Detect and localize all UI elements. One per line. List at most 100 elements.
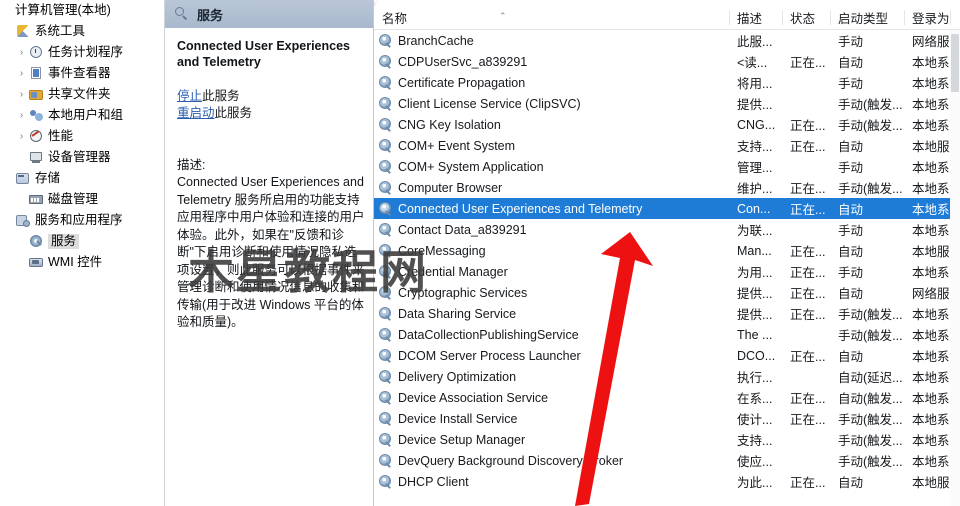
service-gear-icon [378,348,393,363]
table-row[interactable]: Device Association Service 在系... 正在... 自动(触… [374,387,960,408]
service-action-0[interactable]: 停止此服务 [177,88,363,105]
table-row[interactable]: Client License Service (ClipSVC) 提供... 手动(… [374,93,960,114]
sidebar-item-10[interactable]: 服务 [0,231,164,252]
table-row[interactable]: DataCollectionPublishingService The ... 手动… [374,324,960,345]
cell-description: CNG... [737,117,776,132]
table-row[interactable]: Computer Browser 维护... 正在... 手动(触发... 本地系统 [374,177,960,198]
service-action-link-1[interactable]: 重启动 [177,106,215,120]
column-header-startup-type[interactable]: 启动类型 [830,6,904,29]
cell-startup-type: 自动 [838,203,864,217]
tools-icon [15,24,32,39]
column-header-description[interactable]: 描述 [729,6,782,29]
table-row[interactable]: Contact Data_a839291 为联... 手动 本地系统 [374,219,960,240]
chevron-right-icon[interactable]: › [15,47,28,58]
list-vertical-scrollbar[interactable] [950,30,960,506]
cell-log-on-as: 本地系统 [912,413,950,427]
cell-log-on-as: 本地服务 [912,140,950,154]
table-row[interactable]: Delivery Optimization 执行... 自动(延迟... 本地系统 [374,366,960,387]
table-row[interactable]: Data Sharing Service 提供... 正在... 手动(触发... 本地… [374,303,960,324]
cell-description: Con... [737,201,771,216]
table-row[interactable]: CoreMessaging Man... 正在... 自动 本地服务 [374,240,960,261]
list-column-headers[interactable]: 名称 ⌃ 描述 状态 启动类型 登录为 [374,6,960,30]
service-gear-icon [378,75,393,90]
cell-startup-type: 手动 [838,77,864,91]
service-name-label: DataCollectionPublishingService [398,327,579,342]
column-header-status[interactable]: 状态 [782,6,830,29]
service-name-label: Client License Service (ClipSVC) [398,96,581,111]
sidebar-item-7[interactable]: 存储 [0,168,164,189]
storage-icon [15,171,32,186]
table-row[interactable]: Device Setup Manager 支持... 手动(触发... 本地系统 [374,429,960,450]
table-row[interactable]: Device Install Service 使计... 正在... 手动(触发...… [374,408,960,429]
service-gear-icon [378,327,393,342]
cell-log-on-as: 本地系统 [912,329,950,343]
table-row[interactable]: Credential Manager 为用... 正在... 手动 本地系统 [374,261,960,282]
chevron-right-icon[interactable]: › [15,68,28,79]
table-row[interactable]: Connected User Experiences and Telemetry… [374,198,960,219]
detail-header-title: 服务 [197,7,224,23]
service-name-label: Connected User Experiences and Telemetry [398,201,643,216]
cell-description: 将用... [737,77,773,91]
service-name-label: COM+ System Application [398,159,544,174]
sidebar-item-label: 共享文件夹 [48,87,111,102]
shared-folder-icon [28,87,45,102]
column-header-overflow[interactable] [950,6,960,29]
chevron-right-icon[interactable]: › [15,89,28,100]
sidebar-item-8[interactable]: 磁盘管理 [0,189,164,210]
service-action-link-0[interactable]: 停止 [177,89,202,103]
cell-description: 此服... [737,35,773,49]
wmi-control-icon [28,255,45,270]
services-rows-container[interactable]: BranchCache此服...手动网络服务 CDPUserSvc_a839291… [374,30,960,506]
sidebar-item-6[interactable]: 设备管理器 [0,147,164,168]
table-row[interactable]: DCOM Server Process Launcher DCO... 正在... 自… [374,345,960,366]
service-gear-icon [378,159,393,174]
table-row[interactable]: CNG Key Isolation CNG... 正在... 手动(触发... 本地系统 [374,114,960,135]
list-scrollbar-thumb[interactable] [951,34,959,92]
service-name-label: Contact Data_a839291 [398,222,527,237]
table-row[interactable]: DHCP Client 为此... 正在... 自动 本地服务 [374,471,960,492]
cell-service-name: DataCollectionPublishingService [374,327,729,342]
table-row[interactable]: BranchCache 此服... 手动 网络服务 [374,30,960,51]
sidebar-item-11[interactable]: WMI 控件 [0,252,164,273]
sidebar-item-0[interactable]: 系统工具 [0,21,164,42]
service-action-text-0: 此服务 [202,89,240,103]
console-tree-sidebar[interactable]: 计算机管理(本地) 系统工具 › 任务计划程序 › 事件查看器 › 共享文件夹 › 本地用户和组… [0,0,165,506]
table-row[interactable]: Cryptographic Services 提供... 正在... 自动 网络服务 [374,282,960,303]
service-action-links[interactable]: 停止此服务 重启动此服务 [177,88,363,122]
sidebar-item-2[interactable]: › 事件查看器 [0,63,164,84]
column-header-log-on-as[interactable]: 登录为 [904,6,950,29]
sidebar-item-9[interactable]: 服务和应用程序 [0,210,164,231]
table-row[interactable]: DevQuery Background Discovery Broker 使应..… [374,450,960,471]
table-row[interactable]: COM+ Event System 支持... 正在... 自动 本地服务 [374,135,960,156]
table-row[interactable]: CDPUserSvc_a839291 <读... 正在... 自动 本地系统 [374,51,960,72]
tree-root-item[interactable]: 计算机管理(本地) [0,0,164,21]
cell-description: <读... [737,56,768,70]
cell-service-name: Certificate Propagation [374,75,729,90]
column-header-name[interactable]: 名称 ⌃ [374,6,729,29]
cell-service-name: Cryptographic Services [374,285,729,300]
cell-description: 提供... [737,98,773,112]
sidebar-item-1[interactable]: › 任务计划程序 [0,42,164,63]
users-icon [28,108,45,123]
chevron-right-icon[interactable]: › [15,110,28,121]
cell-description: 为用... [737,266,773,280]
services-list-view[interactable]: 名称 ⌃ 描述 状态 启动类型 登录为 BranchCache 此服... 手动 网络… [374,0,960,506]
cell-log-on-as: 本地系统 [912,308,950,322]
cell-description: 支持... [737,434,773,448]
cell-startup-type: 手动 [838,224,864,238]
service-name-label: DHCP Client [398,474,469,489]
table-row[interactable]: Certificate Propagation 将用... 手动 本地系统 [374,72,960,93]
table-row[interactable]: COM+ System Application 管理... 手动 本地系统 [374,156,960,177]
sidebar-item-4[interactable]: › 本地用户和组 [0,105,164,126]
service-name-label: Device Install Service [398,411,518,426]
service-action-1[interactable]: 重启动此服务 [177,105,363,122]
service-name-label: CNG Key Isolation [398,117,501,132]
chevron-right-icon[interactable]: › [15,131,28,142]
sidebar-item-5[interactable]: › 性能 [0,126,164,147]
sidebar-item-3[interactable]: › 共享文件夹 [0,84,164,105]
cell-service-name: CDPUserSvc_a839291 [374,54,729,69]
cell-service-name: DCOM Server Process Launcher [374,348,729,363]
cell-startup-type: 自动 [838,350,864,364]
service-detail-panel: 服务 Connected User Experiences and Teleme… [165,0,374,506]
computer-management-window: 计算机管理(本地) 系统工具 › 任务计划程序 › 事件查看器 › 共享文件夹 › 本地用户和组… [0,0,960,506]
